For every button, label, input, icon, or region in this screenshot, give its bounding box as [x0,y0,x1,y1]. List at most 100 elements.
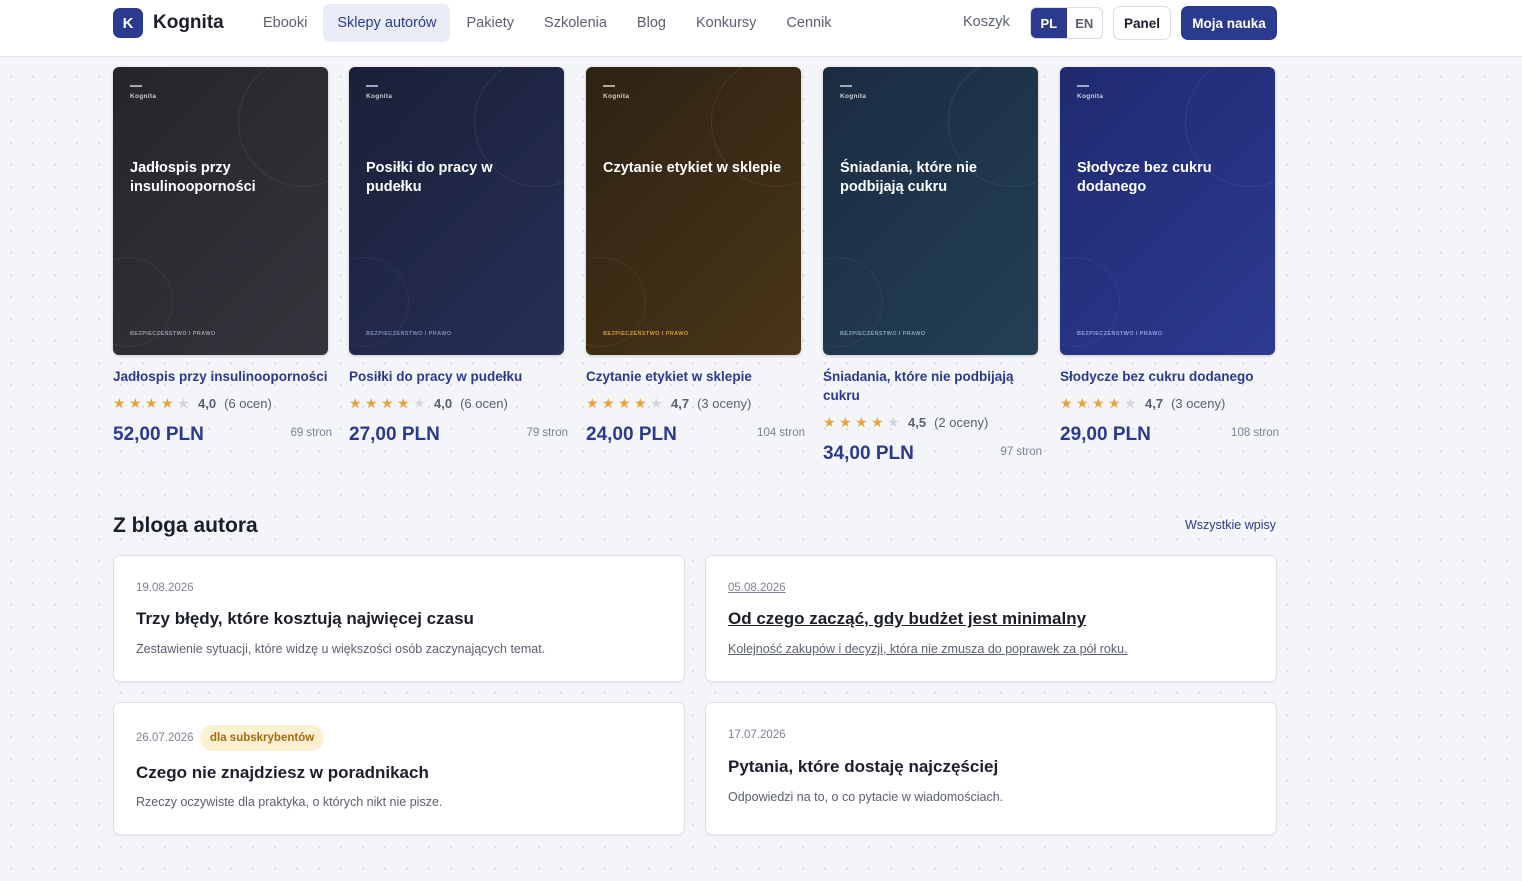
all-posts-link[interactable]: Wszystkie wpisy [1185,518,1276,532]
logo-icon[interactable]: K [113,8,143,38]
nav-pakiety[interactable]: Pakiety [452,4,528,42]
star-icon: ★ [1076,394,1089,411]
moja-nauka-button[interactable]: Moja nauka [1181,6,1277,40]
book-card[interactable]: Kognita Posiłki do pracy w pudełku BEZPI… [349,67,569,448]
book-rating: ★ ★ ★ ★ ★ 4,5 (2 oceny) [823,414,1040,430]
language-switch: PL EN [1030,7,1103,39]
book-rating: ★ ★ ★ ★ ★ 4,0 (6 ocen) [113,395,330,411]
blog-post-card[interactable]: 19.08.2026 Trzy błędy, które kosztują na… [113,555,685,682]
star-icon: ★ [113,394,126,411]
rating-count: (3 oceny) [697,395,752,411]
cover-title: Posiłki do pracy w pudełku [366,160,493,195]
book-card[interactable]: Kognita Czytanie etykiet w sklepie BEZPI… [586,67,806,448]
cover-dash [603,85,615,87]
post-title[interactable]: Od czego zacząć, gdy budżet jest minimal… [728,609,1086,629]
post-date: 17.07.2026 [728,729,786,741]
rating-value: 4,5 [908,414,927,430]
book-pages: 69 stron [290,427,332,439]
rating-value: 4,7 [671,395,690,411]
rating-count: (2 oceny) [934,414,989,430]
price-line: 29,00 PLN 108 stron [1060,424,1279,448]
star-icon: ★ [145,394,158,411]
logo-text[interactable]: Kognita [153,12,224,34]
blog-post-card[interactable]: 17.07.2026 Pytania, które dostaję najczę… [705,702,1277,835]
book-title[interactable]: Jadłospis przy insulinooporności [113,367,333,386]
book-title[interactable]: Posiłki do pracy w pudełku [349,367,569,386]
post-date: 05.08.2026 [728,582,786,594]
book-price: 24,00 PLN [586,424,677,445]
star-icon: ★ [1108,394,1121,411]
cover-brand: Kognita [603,93,630,100]
book-title[interactable]: Śniadania, które nie podbijają cukru [823,367,1043,405]
star-icon: ★ [177,394,190,411]
nav-sklepy-autorow[interactable]: Sklepy autorów [323,4,451,42]
book-price: 29,00 PLN [1060,424,1151,445]
star-icon: ★ [397,394,410,411]
blog-post-card[interactable]: 05.08.2026 Od czego zacząć, gdy budżet j… [705,555,1277,682]
subscriber-badge: dla subskrybentów [200,725,325,751]
post-description: Odpowiedzi na to, o co pytacie w wiadomo… [728,790,1004,804]
book-cover[interactable]: Kognita Posiłki do pracy w pudełku BEZPI… [349,67,564,355]
panel-button[interactable]: Panel [1113,6,1171,40]
post-title[interactable]: Czego nie znajdziesz w poradnikach [136,763,429,783]
star-icon: ★ [618,394,631,411]
book-price: 52,00 PLN [113,424,204,445]
rating-count: (6 ocen) [460,395,508,411]
price-line: 52,00 PLN 69 stron [113,424,332,448]
rating-value: 4,7 [1145,395,1164,411]
cover-category: BEZPIECZEŃSTWO I PRAWO [603,331,689,337]
post-title[interactable]: Trzy błędy, które kosztują najwięcej cza… [136,609,474,629]
nav-cennik[interactable]: Cennik [772,4,845,42]
star-icon: ★ [413,394,426,411]
cover-brand: Kognita [130,93,157,100]
book-pages: 97 stron [1000,446,1042,458]
star-icon: ★ [650,394,663,411]
book-price: 34,00 PLN [823,443,914,464]
book-cover[interactable]: Kognita Śniadania, które nie podbijają c… [823,67,1038,355]
cart-link[interactable]: Koszyk [963,14,1010,30]
blog-post-card[interactable]: 26.07.2026 dla subskrybentów Czego nie z… [113,702,685,835]
book-title[interactable]: Czytanie etykiet w sklepie [586,367,806,386]
star-icon: ★ [823,413,836,430]
post-description: Rzeczy oczywiste dla praktyka, o których… [136,795,443,809]
cover-dash [130,85,142,87]
nav-konkursy[interactable]: Konkursy [682,4,770,42]
post-description: Zestawienie sytuacji, które widzę u więk… [136,642,546,656]
book-title[interactable]: Słodycze bez cukru dodanego [1060,367,1280,386]
book-card[interactable]: Kognita Słodycze bez cukru dodanego BEZP… [1060,67,1280,448]
book-card[interactable]: Kognita Jadłospis przy insulinooporności… [113,67,333,448]
cover-category: BEZPIECZEŃSTWO I PRAWO [1077,331,1163,337]
star-icon: ★ [855,413,868,430]
star-icon: ★ [349,394,362,411]
cover-category: BEZPIECZEŃSTWO I PRAWO [130,331,216,337]
lang-pl-button[interactable]: PL [1031,8,1067,38]
cover-brand: Kognita [366,93,393,100]
star-icon: ★ [634,394,647,411]
book-cover[interactable]: Kognita Czytanie etykiet w sklepie BEZPI… [586,67,801,355]
rating-value: 4,0 [434,395,453,411]
post-title[interactable]: Pytania, które dostaję najczęściej [728,757,998,777]
top-header: K Kognita Ebooki Sklepy autorów Pakiety … [0,0,1522,57]
nav-szkolenia[interactable]: Szkolenia [530,4,621,42]
cover-brand: Kognita [840,93,867,100]
book-price: 27,00 PLN [349,424,440,445]
rating-count: (3 oceny) [1171,395,1226,411]
nav-ebooki[interactable]: Ebooki [249,4,321,42]
main-nav: Ebooki Sklepy autorów Pakiety Szkolenia … [249,4,848,42]
cover-title: Śniadania, które nie podbijają cukru [840,160,977,195]
cover-title: Jadłospis przy insulinooporności [130,160,256,195]
book-rating: ★ ★ ★ ★ ★ 4,7 (3 oceny) [1060,395,1277,411]
book-cover[interactable]: Kognita Słodycze bez cukru dodanego BEZP… [1060,67,1275,355]
book-cover[interactable]: Kognita Jadłospis przy insulinooporności… [113,67,328,355]
book-card[interactable]: Kognita Śniadania, które nie podbijają c… [823,67,1043,467]
star-icon: ★ [871,413,884,430]
star-icon: ★ [1124,394,1137,411]
cover-brand: Kognita [1077,93,1104,100]
lang-en-button[interactable]: EN [1067,8,1103,38]
nav-blog[interactable]: Blog [623,4,680,42]
star-icon: ★ [839,413,852,430]
star-icon: ★ [887,413,900,430]
cover-dash [1077,85,1089,87]
book-pages: 79 stron [526,427,568,439]
post-date: 26.07.2026 [136,732,194,744]
